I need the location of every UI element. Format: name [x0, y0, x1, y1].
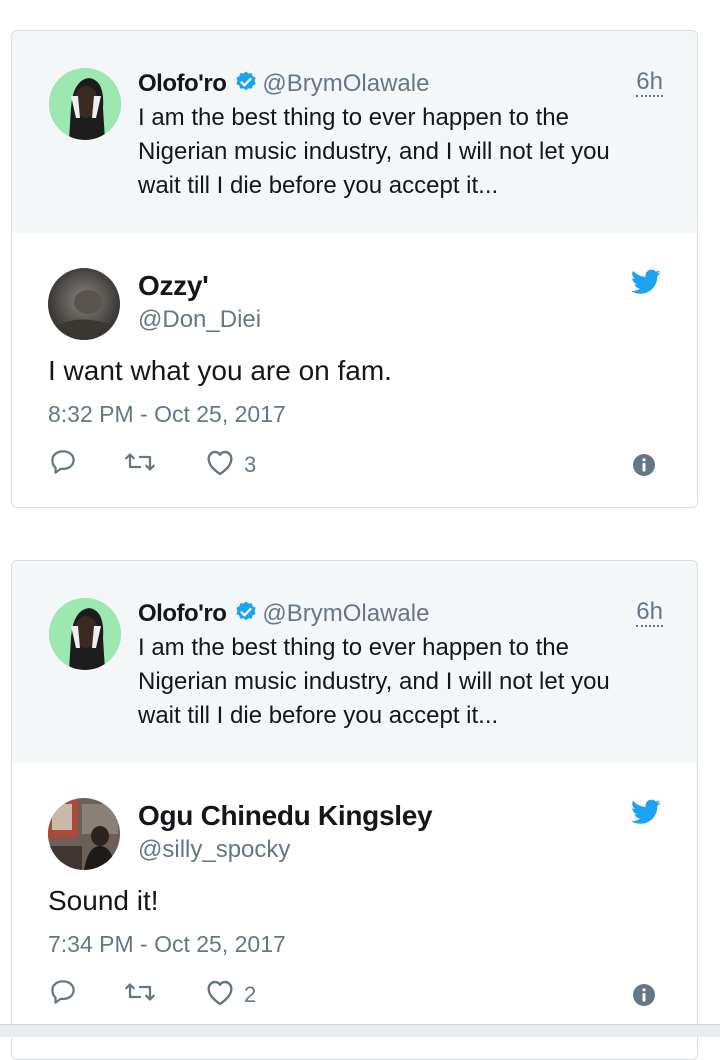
- info-icon: [632, 454, 656, 481]
- like-heart-icon: [204, 977, 236, 1012]
- info-button[interactable]: [632, 983, 656, 1012]
- reply-tweet-text: Sound it!: [48, 885, 159, 916]
- like-button[interactable]: 3: [204, 447, 256, 482]
- reply-icon: [48, 977, 78, 1012]
- like-heart-icon: [204, 447, 236, 482]
- avatar[interactable]: [49, 68, 121, 140]
- retweet-icon: [122, 447, 158, 482]
- quoted-author-handle[interactable]: @BrymOlawale: [262, 600, 429, 627]
- verified-badge-icon: [234, 70, 258, 102]
- avatar[interactable]: [48, 268, 120, 340]
- tweet-actions: 3: [48, 447, 668, 483]
- like-button[interactable]: 2: [204, 977, 256, 1012]
- retweet-button[interactable]: [122, 977, 158, 1012]
- tweet-embed-card: Olofo'ro @BrymOlawale 6h I am the best th…: [11, 560, 698, 1060]
- info-button[interactable]: [632, 453, 656, 482]
- reply-button[interactable]: [48, 977, 78, 1012]
- reply-author-handle[interactable]: @Don_Diei: [138, 305, 261, 335]
- quoted-header: Olofo'ro @BrymOlawale: [138, 69, 667, 99]
- quoted-timestamp[interactable]: 6h: [636, 599, 663, 627]
- reply-tweet-text: I want what you are on fam.: [48, 355, 392, 386]
- reply-author-name[interactable]: Ogu Chinedu Kingsley: [138, 799, 433, 833]
- quoted-author-name[interactable]: Olofo'ro: [138, 600, 227, 627]
- avatar[interactable]: [49, 598, 121, 670]
- quoted-header: Olofo'ro @BrymOlawale: [138, 599, 667, 629]
- quoted-tweet[interactable]: Olofo'ro @BrymOlawale 6h I am the best th…: [12, 31, 697, 233]
- like-count: 2: [244, 981, 257, 1007]
- reply-tweet: Ogu Chinedu Kingsley @silly_spocky Sound…: [12, 763, 697, 1039]
- reply-author-handle[interactable]: @silly_spocky: [138, 835, 290, 865]
- quoted-timestamp[interactable]: 6h: [636, 69, 663, 97]
- reply-author-name[interactable]: Ozzy': [138, 269, 209, 303]
- tweet-embed-card: Olofo'ro @BrymOlawale 6h I am the best th…: [11, 30, 698, 508]
- retweet-icon: [122, 977, 158, 1012]
- reply-tweet: Ozzy' @Don_Diei I want what you are on f…: [12, 233, 697, 507]
- reply-timestamp[interactable]: 7:34 PM - Oct 25, 2017: [48, 930, 286, 958]
- info-icon: [632, 984, 656, 1011]
- tweet-actions: 2: [48, 977, 668, 1013]
- reply-icon: [48, 447, 78, 482]
- quoted-author-name[interactable]: Olofo'ro: [138, 70, 227, 97]
- avatar[interactable]: [48, 798, 120, 870]
- reply-timestamp[interactable]: 8:32 PM - Oct 25, 2017: [48, 400, 286, 428]
- reply-button[interactable]: [48, 447, 78, 482]
- quoted-author-handle[interactable]: @BrymOlawale: [262, 70, 429, 97]
- bottom-edge-bar: [0, 1024, 720, 1037]
- twitter-bird-icon[interactable]: [631, 799, 661, 830]
- twitter-bird-icon[interactable]: [631, 269, 661, 300]
- quoted-tweet[interactable]: Olofo'ro @BrymOlawale 6h I am the best th…: [12, 561, 697, 763]
- quoted-tweet-text: I am the best thing to ever happen to th…: [138, 634, 610, 729]
- quoted-tweet-text: I am the best thing to ever happen to th…: [138, 104, 610, 199]
- like-count: 3: [244, 451, 257, 477]
- retweet-button[interactable]: [122, 447, 158, 482]
- verified-badge-icon: [234, 600, 258, 632]
